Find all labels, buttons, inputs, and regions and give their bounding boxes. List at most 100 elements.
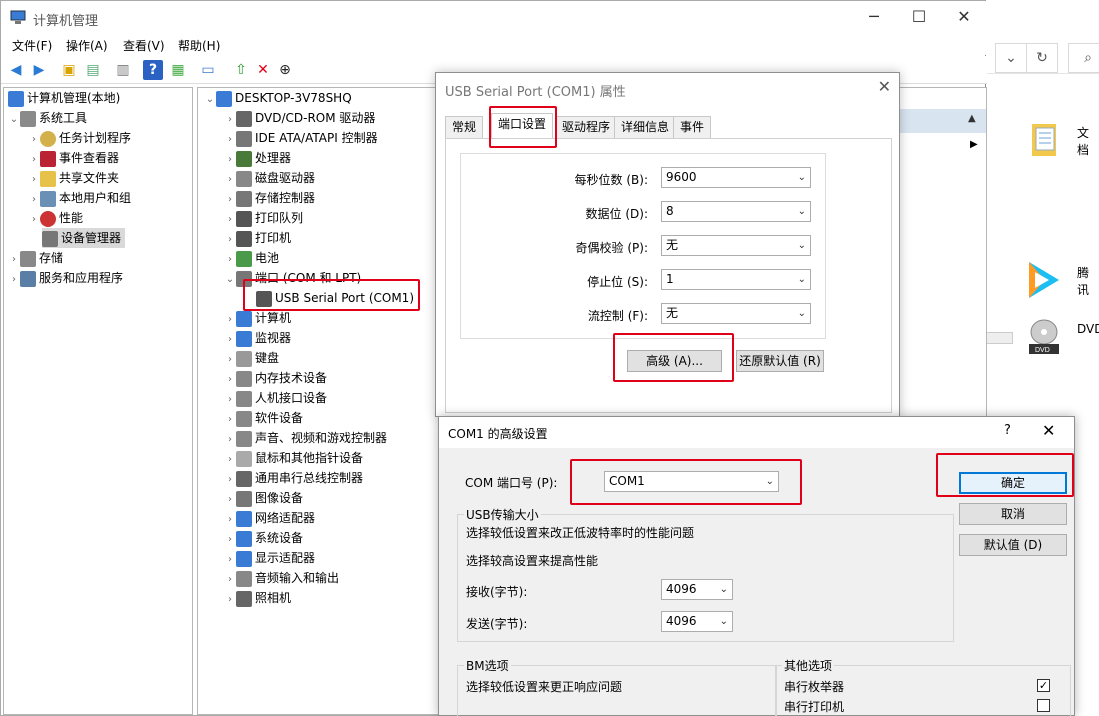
receive-size-select[interactable]: 4096 ⌄ xyxy=(661,579,733,600)
chevron-right-icon[interactable]: › xyxy=(224,370,236,390)
chevron-right-icon[interactable]: › xyxy=(224,510,236,530)
device-item-usb-serial-port[interactable]: USB Serial Port (COM1) xyxy=(242,288,414,308)
com-port-select[interactable]: COM1 ⌄ xyxy=(604,471,779,492)
chevron-right-icon[interactable]: › xyxy=(224,590,236,610)
explorer-item-label[interactable]: 腾讯 xyxy=(1077,264,1099,298)
folder-icon[interactable] xyxy=(1030,118,1060,158)
chevron-right-icon[interactable]: › xyxy=(224,350,236,370)
device-host[interactable]: ⌄ DESKTOP-3V78SHQ xyxy=(204,88,352,108)
device-item-audio[interactable]: › 音频输入和输出 xyxy=(224,568,339,588)
chevron-right-icon[interactable]: › xyxy=(224,450,236,470)
device-item-storage-controller[interactable]: › 存储控制器 xyxy=(224,188,315,208)
send-size-select[interactable]: 4096 ⌄ xyxy=(661,611,733,632)
device-item-imaging[interactable]: › 图像设备 xyxy=(224,488,303,508)
device-item-hid[interactable]: › 人机接口设备 xyxy=(224,388,327,408)
chevron-right-icon[interactable]: › xyxy=(224,490,236,510)
chevron-right-icon[interactable]: › xyxy=(224,470,236,490)
chevron-right-icon[interactable]: › xyxy=(28,130,40,150)
tree-item-local-users[interactable]: › 本地用户和组 xyxy=(28,188,131,208)
tab-general[interactable]: 常规 xyxy=(445,116,484,138)
close-button[interactable]: ✕ xyxy=(878,77,891,96)
chevron-right-icon[interactable]: › xyxy=(28,150,40,170)
chevron-right-icon[interactable]: › xyxy=(224,230,236,250)
search-icon[interactable]: ⌕ xyxy=(1068,43,1099,73)
device-item-sound[interactable]: › 声音、视频和游戏控制器 xyxy=(224,428,387,448)
chevron-right-icon[interactable]: › xyxy=(224,330,236,350)
menu-view[interactable]: 查看(V) xyxy=(123,37,165,54)
chevron-right-icon[interactable]: › xyxy=(8,250,20,270)
close-button[interactable]: ✕ xyxy=(1042,421,1055,440)
window-titlebar[interactable]: 计算机管理 ─ ☐ ✕ xyxy=(1,1,987,35)
uninstall-icon[interactable]: ✕ xyxy=(253,60,273,80)
ok-button[interactable]: 确定 xyxy=(959,472,1067,494)
scroll-up-icon[interactable]: ▲ xyxy=(968,113,976,124)
dvd-drive-icon[interactable]: DVD xyxy=(1027,318,1061,358)
forward-icon[interactable]: ▶ xyxy=(29,60,49,80)
chevron-right-icon[interactable]: › xyxy=(224,530,236,550)
up-folder-icon[interactable]: ▣ xyxy=(59,60,79,80)
device-item-dvd[interactable]: › DVD/CD-ROM 驱动器 xyxy=(224,108,375,128)
tree-item-root[interactable]: 计算机管理(本地) xyxy=(8,88,120,108)
close-button[interactable]: ✕ xyxy=(941,1,987,33)
chevron-right-icon[interactable]: › xyxy=(224,150,236,170)
chevron-right-icon[interactable]: › xyxy=(224,250,236,270)
chevron-right-icon[interactable]: › xyxy=(224,430,236,450)
chevron-down-icon[interactable]: ⌄ xyxy=(8,110,20,130)
chevron-right-icon[interactable]: › xyxy=(224,210,236,230)
chevron-right-icon[interactable]: › xyxy=(224,110,236,130)
chevron-right-icon[interactable]: › xyxy=(224,310,236,330)
help-icon[interactable]: ? xyxy=(143,60,163,80)
minimize-button[interactable]: ─ xyxy=(851,1,897,33)
chevron-right-icon[interactable]: › xyxy=(224,130,236,150)
help-button[interactable]: ? xyxy=(1004,423,1011,438)
back-icon[interactable]: ◀ xyxy=(6,60,26,80)
device-item-mouse[interactable]: › 鼠标和其他指针设备 xyxy=(224,448,363,468)
expand-arrow-icon[interactable]: ▶ xyxy=(970,139,978,150)
action-pane-icon[interactable]: ▦ xyxy=(168,60,188,80)
menu-action[interactable]: 操作(A) xyxy=(66,37,108,54)
device-item-computer[interactable]: › 计算机 xyxy=(224,308,291,328)
tree-item-storage[interactable]: › 存储 xyxy=(8,248,63,268)
device-item-display[interactable]: › 显示适配器 xyxy=(224,548,315,568)
chevron-right-icon[interactable]: › xyxy=(224,410,236,430)
menu-file[interactable]: 文件(F) xyxy=(12,37,52,54)
device-item-battery[interactable]: › 电池 xyxy=(224,248,279,268)
defaults-button[interactable]: 默认值 (D) xyxy=(959,534,1067,556)
tree-item-device-manager[interactable]: 设备管理器 xyxy=(42,228,126,248)
monitor-icon[interactable]: ▭ xyxy=(198,60,218,80)
chevron-right-icon[interactable]: › xyxy=(224,170,236,190)
explorer-item-label[interactable]: DVD xyxy=(1077,322,1099,336)
dialog-titlebar[interactable]: COM1 的高级设置 ? ✕ xyxy=(439,417,1074,448)
device-item-printer[interactable]: › 打印机 xyxy=(224,228,291,248)
advanced-button[interactable]: 高级 (A)... xyxy=(627,350,722,372)
explorer-item-label[interactable]: 文档 xyxy=(1077,124,1099,158)
device-item-cpu[interactable]: › 处理器 xyxy=(224,148,291,168)
device-item-ide[interactable]: › IDE ATA/ATAPI 控制器 xyxy=(224,128,378,148)
device-item-keyboard[interactable]: › 键盘 xyxy=(224,348,279,368)
tree-item-system-tools[interactable]: ⌄ 系统工具 xyxy=(8,108,87,128)
serial-enumerator-checkbox[interactable]: ✓ xyxy=(1037,679,1050,692)
tencent-video-icon[interactable] xyxy=(1023,258,1063,302)
cancel-button[interactable]: 取消 xyxy=(959,503,1067,525)
chevron-right-icon[interactable]: › xyxy=(224,390,236,410)
tree-item-services[interactable]: › 服务和应用程序 xyxy=(8,268,123,288)
chevron-right-icon[interactable]: › xyxy=(224,190,236,210)
tree-item-event-viewer[interactable]: › 事件查看器 xyxy=(28,148,119,168)
chevron-right-icon[interactable]: › xyxy=(8,270,20,290)
chevron-right-icon[interactable]: › xyxy=(28,210,40,230)
device-item-network[interactable]: › 网络适配器 xyxy=(224,508,315,528)
update-driver-icon[interactable]: ⇧ xyxy=(231,60,251,80)
maximize-button[interactable]: ☐ xyxy=(896,1,942,33)
tab-port-settings[interactable]: 端口设置 xyxy=(491,113,554,139)
menu-help[interactable]: 帮助(H) xyxy=(178,37,220,54)
device-item-monitor[interactable]: › 监视器 xyxy=(224,328,291,348)
tab-driver[interactable]: 驱动程序 xyxy=(555,116,618,138)
chevron-down-icon[interactable]: ⌄ xyxy=(204,90,216,110)
show-hide-tree-icon[interactable]: ▤ xyxy=(83,60,103,80)
refresh-icon[interactable]: ↻ xyxy=(1026,43,1058,73)
device-item-software[interactable]: › 软件设备 xyxy=(224,408,303,428)
stop-bits-select[interactable]: 1 ⌄ xyxy=(661,269,811,290)
tree-item-task-scheduler[interactable]: › 任务计划程序 xyxy=(28,128,131,148)
chevron-down-icon[interactable]: ⌄ xyxy=(995,43,1027,73)
flow-control-select[interactable]: 无 ⌄ xyxy=(661,303,811,324)
